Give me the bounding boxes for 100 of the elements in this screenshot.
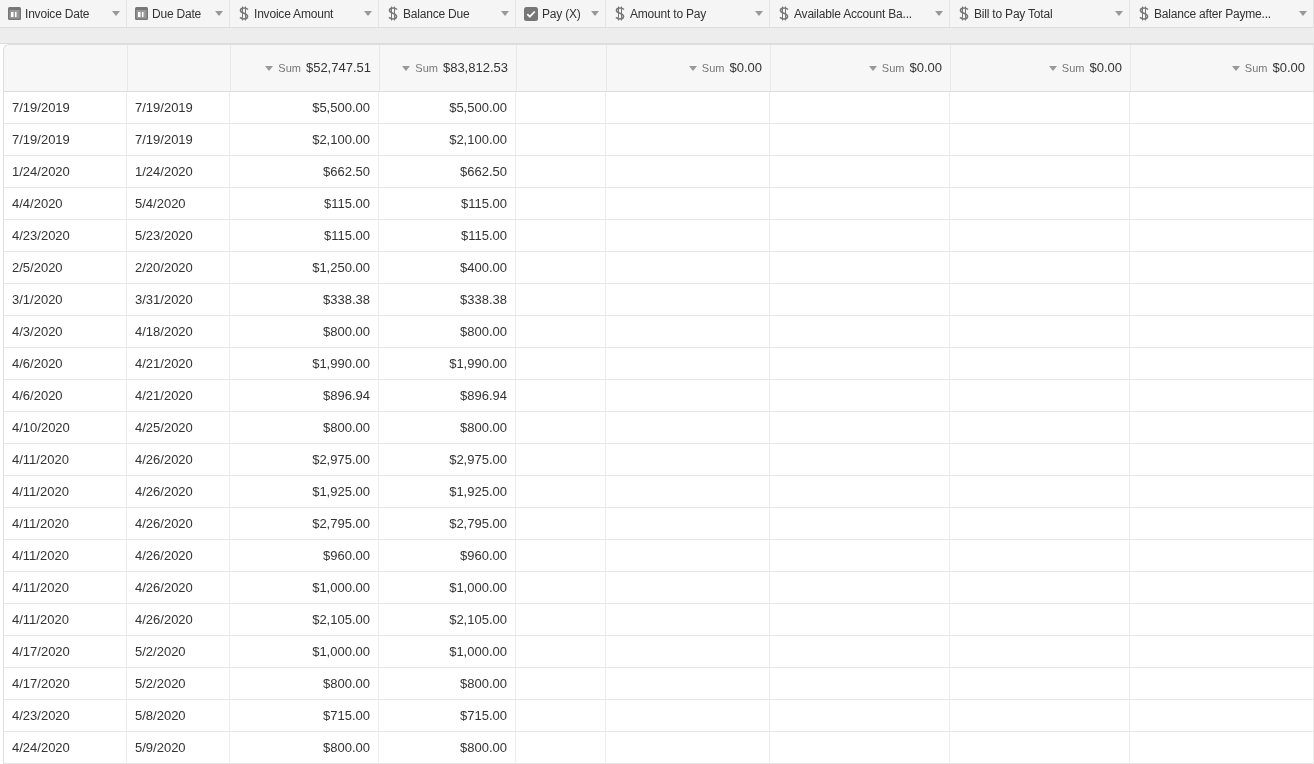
amount-cell-text: $1,250.00 bbox=[312, 258, 370, 277]
dropdown-caret-icon[interactable] bbox=[1048, 65, 1057, 71]
date-cell-text: 4/10/2020 bbox=[12, 418, 70, 437]
amount-cell-text: $896.94 bbox=[460, 386, 507, 405]
date-cell-text: 4/26/2020 bbox=[135, 482, 193, 501]
amount-cell-text: $800.00 bbox=[460, 738, 507, 757]
column-header[interactable]: Pay (X) bbox=[516, 0, 606, 27]
amount-cell-text: $1,000.00 bbox=[312, 578, 370, 597]
date-cell-text: 5/2/2020 bbox=[135, 674, 186, 693]
amount-cell-text: $960.00 bbox=[323, 546, 370, 565]
amount-cell-text: $1,000.00 bbox=[449, 642, 507, 661]
date-cell-text: 1/24/2020 bbox=[135, 162, 193, 181]
amount-cell-text: $338.38 bbox=[323, 290, 370, 309]
date-cell-text: 3/31/2020 bbox=[135, 290, 193, 309]
calendar-icon bbox=[135, 7, 148, 20]
dropdown-caret-icon[interactable] bbox=[1299, 11, 1307, 16]
summary-label: Sum bbox=[701, 60, 725, 76]
date-cell-text: 2/5/2020 bbox=[12, 258, 63, 277]
date-cell-text: 4/26/2020 bbox=[135, 546, 193, 565]
date-cell-text: 4/23/2020 bbox=[12, 226, 70, 245]
summary-label: Sum bbox=[415, 60, 438, 76]
date-cell-text: 1/24/2020 bbox=[12, 162, 70, 181]
amount-cell-text: $115.00 bbox=[323, 226, 370, 245]
amount-cell-text: $338.38 bbox=[460, 290, 507, 309]
column-header[interactable]: Invoice Amount bbox=[230, 0, 379, 27]
summary-value: $52,747.51 bbox=[305, 59, 371, 78]
dropdown-caret-icon[interactable] bbox=[112, 11, 120, 16]
dropdown-caret-icon[interactable] bbox=[501, 11, 509, 16]
column-header[interactable]: Invoice Date bbox=[0, 0, 127, 27]
amount-cell-text: $2,105.00 bbox=[312, 610, 370, 629]
dropdown-caret-icon[interactable] bbox=[1115, 11, 1123, 16]
date-cell-text: 3/1/2020 bbox=[12, 290, 63, 309]
dropdown-caret-icon[interactable] bbox=[402, 65, 411, 71]
column-header[interactable]: Balance Due bbox=[379, 0, 516, 27]
dropdown-caret-icon[interactable] bbox=[1231, 65, 1240, 71]
date-cell-text: 4/11/2020 bbox=[12, 450, 69, 469]
amount-cell-text: $1,990.00 bbox=[312, 354, 370, 373]
amount-cell-text: $715.00 bbox=[460, 706, 507, 725]
dollar-icon bbox=[958, 6, 970, 21]
date-cell-text: 4/11/2020 bbox=[12, 482, 69, 501]
amount-cell-text: $1,925.00 bbox=[312, 482, 370, 501]
dropdown-caret-icon[interactable] bbox=[591, 11, 599, 16]
amount-cell-text: $1,925.00 bbox=[449, 482, 507, 501]
amount-cell-text: $115.00 bbox=[460, 226, 507, 245]
date-cell-text: 4/24/2020 bbox=[12, 738, 70, 757]
dropdown-caret-icon[interactable] bbox=[364, 11, 372, 16]
date-cell-text: 4/3/2020 bbox=[12, 322, 63, 341]
amount-cell-text: $2,975.00 bbox=[449, 450, 507, 469]
checkbox-icon bbox=[524, 6, 538, 21]
dollar-icon bbox=[614, 6, 626, 21]
column-header[interactable]: Bill to Pay Total bbox=[950, 0, 1130, 27]
summary-value: $0.00 bbox=[909, 59, 942, 78]
date-cell-text: 4/21/2020 bbox=[135, 354, 193, 373]
date-cell-text: 4/26/2020 bbox=[135, 578, 193, 597]
amount-cell-text: $662.50 bbox=[460, 162, 507, 181]
dropdown-caret-icon[interactable] bbox=[265, 65, 274, 71]
date-cell-text: 2/20/2020 bbox=[135, 258, 193, 277]
date-cell-text: 7/19/2019 bbox=[12, 98, 70, 117]
date-cell-text: 4/11/2020 bbox=[12, 514, 69, 533]
column-header[interactable]: Amount to Pay bbox=[606, 0, 770, 27]
amount-cell-text: $960.00 bbox=[460, 546, 507, 565]
dropdown-caret-icon[interactable] bbox=[688, 65, 697, 71]
dropdown-caret-icon[interactable] bbox=[755, 11, 763, 16]
amount-cell-text: $5,500.00 bbox=[312, 98, 370, 117]
amount-cell-text: $115.00 bbox=[460, 194, 507, 213]
dropdown-caret-icon[interactable] bbox=[868, 65, 877, 71]
summary-value: $83,812.53 bbox=[442, 59, 508, 78]
amount-cell-text: $800.00 bbox=[323, 322, 370, 341]
amount-cell-text: $2,100.00 bbox=[449, 130, 507, 149]
date-cell-text: 5/2/2020 bbox=[135, 642, 186, 661]
dollar-icon bbox=[1138, 6, 1150, 21]
calendar-icon bbox=[8, 7, 21, 20]
amount-cell-text: $1,000.00 bbox=[449, 578, 507, 597]
amount-cell-text: $115.00 bbox=[323, 194, 370, 213]
date-cell-text: 4/26/2020 bbox=[135, 610, 193, 629]
summary-label: Sum bbox=[881, 60, 905, 76]
amount-cell-text: $2,795.00 bbox=[449, 514, 507, 533]
column-header[interactable]: Due Date bbox=[127, 0, 230, 27]
summary-label: Sum bbox=[1244, 60, 1268, 76]
date-cell-text: 4/18/2020 bbox=[135, 322, 193, 341]
amount-cell-text: $715.00 bbox=[323, 706, 370, 725]
column-header[interactable]: Available Account Ba... bbox=[770, 0, 950, 27]
amount-cell-text: $800.00 bbox=[323, 738, 370, 757]
dollar-icon bbox=[238, 6, 250, 21]
date-cell-text: 4/17/2020 bbox=[12, 642, 70, 661]
column-header[interactable]: Balance after Payme... bbox=[1130, 0, 1314, 27]
date-cell-text: 4/21/2020 bbox=[135, 386, 193, 405]
amount-cell-text: $662.50 bbox=[323, 162, 370, 181]
amount-cell-text: $800.00 bbox=[323, 674, 370, 693]
date-cell-text: 4/25/2020 bbox=[135, 418, 193, 437]
amount-cell-text: $1,990.00 bbox=[449, 354, 507, 373]
date-cell-text: 7/19/2019 bbox=[135, 98, 193, 117]
amount-cell-text: $2,975.00 bbox=[312, 450, 370, 469]
date-cell-text: 4/26/2020 bbox=[135, 514, 193, 533]
summary-value: $0.00 bbox=[1272, 59, 1305, 78]
date-cell-text: 4/11/2020 bbox=[12, 610, 69, 629]
date-cell-text: 5/9/2020 bbox=[135, 738, 186, 757]
dropdown-caret-icon[interactable] bbox=[935, 11, 943, 16]
dropdown-caret-icon[interactable] bbox=[215, 11, 223, 16]
summary-value: $0.00 bbox=[1089, 59, 1122, 78]
